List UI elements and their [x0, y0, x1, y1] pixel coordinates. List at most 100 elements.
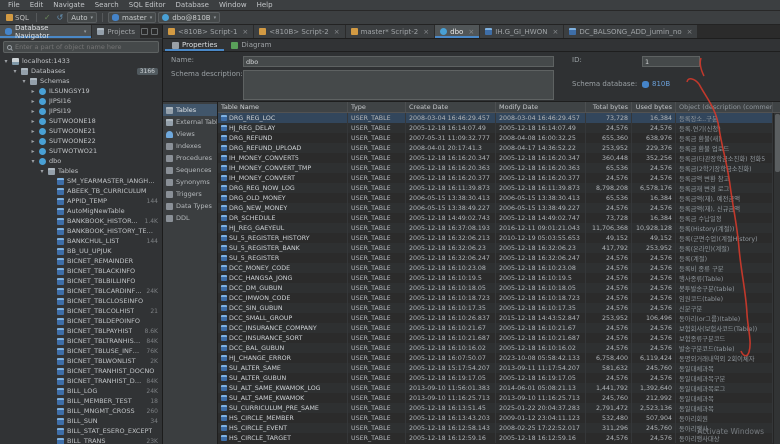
cell-used-bytes[interactable]: 24,576 [632, 163, 676, 173]
menu-search[interactable]: Search [90, 1, 124, 9]
tree-item-bicnet_tranhist_docno[interactable]: BICNET_TRANHIST_DOCNO [0, 366, 162, 376]
cell-modify-date[interactable]: 2005-12-18 16:16:20.363 [496, 163, 586, 173]
editor-tab-dbo[interactable]: dbo× [435, 25, 480, 38]
cell-type[interactable]: USER_TABLE [348, 153, 406, 163]
cell-object-description-comment-[interactable]: 등록금액 변환 참고 [676, 173, 773, 183]
cell-create-date[interactable]: 2005-12-18 16:37:08.193 [406, 223, 496, 233]
cell-modify-date[interactable]: 2005-12-18 16:10:16.02 [496, 343, 586, 353]
cell-type[interactable]: USER_TABLE [348, 333, 406, 343]
cell-used-bytes[interactable]: 24,576 [632, 343, 676, 353]
vertical-scrollbar[interactable] [773, 113, 780, 444]
cell-create-date[interactable]: 2005-12-18 16:10:23.08 [406, 263, 496, 273]
cell-modify-date[interactable]: 2005-12-18 16:12:59.16 [496, 433, 586, 443]
cell-object-description-comment-[interactable]: 동명외거래내역외 2회이체자 [676, 353, 773, 363]
cell-used-bytes[interactable]: 229,376 [632, 143, 676, 153]
tree-item-bill_mngmt_cross[interactable]: BILL_MNGMT_CROSS260 [0, 406, 162, 416]
name-input[interactable] [243, 56, 554, 67]
tree-item-bicnet_remainder[interactable]: BICNET_REMAINDER [0, 256, 162, 266]
cell-type[interactable]: USER_TABLE [348, 353, 406, 363]
cell-total-bytes[interactable]: 24,576 [586, 273, 632, 283]
close-icon[interactable]: × [468, 28, 474, 36]
cell-modify-date[interactable]: 2008-02-25 17:22:52.017 [496, 423, 586, 433]
cell-modify-date[interactable]: 2005-12-18 16:10:21.687 [496, 333, 586, 343]
cell-used-bytes[interactable]: 245,760 [632, 363, 676, 373]
cell-total-bytes[interactable]: 24,576 [586, 263, 632, 273]
cell-object-description-comment-[interactable]: 신분구분 [676, 303, 773, 313]
cell-type[interactable]: USER_TABLE [348, 383, 406, 393]
cell-total-bytes[interactable]: 24,576 [586, 323, 632, 333]
cell-table-name[interactable]: DCC_HANGSA_JONG [218, 273, 348, 283]
cell-used-bytes[interactable]: 49,152 [632, 233, 676, 243]
cell-used-bytes[interactable]: 10,928,128 [632, 223, 676, 233]
tree-item-bankbook_history_temp[interactable]: BANKBOOK_HISTORY_TEMP1.4K [0, 216, 162, 226]
cell-table-name[interactable]: DRG_REG_NOW_LOG [218, 183, 348, 193]
cell-table-name[interactable]: DRG_REFUND [218, 133, 348, 143]
cell-object-description-comment-[interactable]: 등록(온라인)(계절) [676, 243, 773, 253]
cell-modify-date[interactable]: 2005-12-18 14:49:02.747 [496, 213, 586, 223]
cell-used-bytes[interactable]: 24,576 [632, 173, 676, 183]
tab-database-navigator[interactable]: Database Navigator ▾ [0, 25, 92, 38]
cell-type[interactable]: USER_TABLE [348, 343, 406, 353]
cell-modify-date[interactable]: 2005-12-18 16:10:23.08 [496, 263, 586, 273]
table-row[interactable]: DRG_REFUNDUSER_TABLE2007-05-31 11:09:32.… [218, 133, 773, 143]
table-row[interactable]: SU_ALTER_SAMEUSER_TABLE2005-12-18 15:17:… [218, 363, 773, 373]
cell-modify-date[interactable]: 2005-12-18 16:10:21.67 [496, 323, 586, 333]
table-row[interactable]: DCC_MONEY_CODEUSER_TABLE2005-12-18 16:10… [218, 263, 773, 273]
sql-editor-button[interactable]: SQL [4, 12, 31, 24]
menu-sql-editor[interactable]: SQL Editor [124, 1, 171, 9]
cell-total-bytes[interactable]: 49,152 [586, 233, 632, 243]
table-row[interactable]: DRG_REFUND_UPLOADUSER_TABLE2008-04-01 20… [218, 143, 773, 153]
tree-item-bicnet_tblackinfo[interactable]: BICNET_TBLACKINFO [0, 266, 162, 276]
cell-object-description-comment-[interactable]: 등록.연기(신청) [676, 123, 773, 133]
table-row[interactable]: SU_ALTER_GUBUNUSER_TABLE2005-12-18 16:19… [218, 373, 773, 383]
tree-item-sutwotwo21[interactable]: ▸SUTWOTWO21 [0, 146, 162, 156]
refresh-icon[interactable] [151, 28, 158, 35]
cell-create-date[interactable]: 2005-12-18 16:07:50.07 [406, 353, 496, 363]
cell-type[interactable]: USER_TABLE [348, 173, 406, 183]
cell-modify-date[interactable]: 2013-09-10 11:16:25.713 [496, 393, 586, 403]
cell-table-name[interactable]: DCC_MONEY_CODE [218, 263, 348, 273]
cell-table-name[interactable]: DRG_REFUND_UPLOAD [218, 143, 348, 153]
tree-expander-icon[interactable]: ▸ [30, 138, 36, 145]
cell-used-bytes[interactable]: 106,496 [632, 313, 676, 323]
column-header-2[interactable]: Create Date [406, 102, 496, 112]
tree-expander-icon[interactable]: ▸ [30, 98, 36, 105]
cell-used-bytes[interactable]: 1,392,640 [632, 383, 676, 393]
table-row[interactable]: IH_MONEY_CONVERT5USER_TABLE2005-12-18 16… [218, 153, 773, 163]
cell-table-name[interactable]: HJ_REG_GAEYEUL [218, 223, 348, 233]
cell-object-description-comment-[interactable]: 봉투발송구분(table) [676, 283, 773, 293]
table-row[interactable]: DRG_REG_LOCUSER_TABLE2008-03-04 16:46:29… [218, 113, 773, 123]
cell-type[interactable]: USER_TABLE [348, 263, 406, 273]
cell-object-description-comment-[interactable]: 발송구분코드(table) [676, 343, 773, 353]
cell-object-description-comment-[interactable]: 동아리행사 [676, 423, 773, 433]
table-row[interactable]: SU_5_REGISTERUSER_TABLE2005-12-18 16:32:… [218, 253, 773, 263]
category-tables[interactable]: Tables [163, 104, 217, 116]
tree-expander-icon[interactable]: ▸ [30, 118, 36, 125]
schema-description-input[interactable] [243, 70, 554, 100]
cell-table-name[interactable]: DCC_SIN_GUBUN [218, 303, 348, 313]
cell-create-date[interactable]: 2005-12-18 16:10:26.837 [406, 313, 496, 323]
cell-modify-date[interactable]: 2023-10-08 05:58:42.133 [496, 353, 586, 363]
tree-expander-icon[interactable]: ▾ [3, 58, 9, 65]
category-triggers[interactable]: Triggers [163, 188, 217, 200]
tree-item-bicnet_tblwonlist[interactable]: BICNET_TBLWONLIST2K [0, 356, 162, 366]
cell-table-name[interactable]: IH_MONEY_CONVERT_TMP [218, 163, 348, 173]
tree-item-sm_yearmaster_ianghak_up[interactable]: SM_YEARMASTER_IANGHAK_UP [0, 176, 162, 186]
cell-used-bytes[interactable]: 507,904 [632, 413, 676, 423]
cell-modify-date[interactable]: 2025-01-22 20:04:37.283 [496, 403, 586, 413]
cell-create-date[interactable]: 2005-12-18 16:12:58.143 [406, 423, 496, 433]
cell-total-bytes[interactable]: 11,706,368 [586, 223, 632, 233]
tree-item-jipsi19[interactable]: ▸JIPSI19 [0, 106, 162, 116]
editor-tab-ih-g-gi-hwon[interactable]: IH.G_GI_HWON× [480, 25, 564, 38]
cell-table-name[interactable]: DRG_OLD_MONEY [218, 193, 348, 203]
cell-table-name[interactable]: HS_CIRCLE_TARGET [218, 433, 348, 443]
column-header-6[interactable]: Object (description (comment)) [676, 102, 773, 112]
catalog-combo[interactable]: master ▾ [108, 12, 156, 23]
cell-create-date[interactable]: 2005-12-18 16:32:06.23 [406, 243, 496, 253]
cell-modify-date[interactable]: 2008-04-08 16:00:32.25 [496, 133, 586, 143]
cell-total-bytes[interactable]: 24,576 [586, 333, 632, 343]
category-procedures[interactable]: Procedures [163, 152, 217, 164]
cell-modify-date[interactable]: 2008-03-04 16:46:29.457 [496, 113, 586, 123]
cell-table-name[interactable]: DCC_IMWON_CODE [218, 293, 348, 303]
tree-item-bill_stat_esero_except[interactable]: BILL_STAT_ESERO_EXCEPT [0, 426, 162, 436]
